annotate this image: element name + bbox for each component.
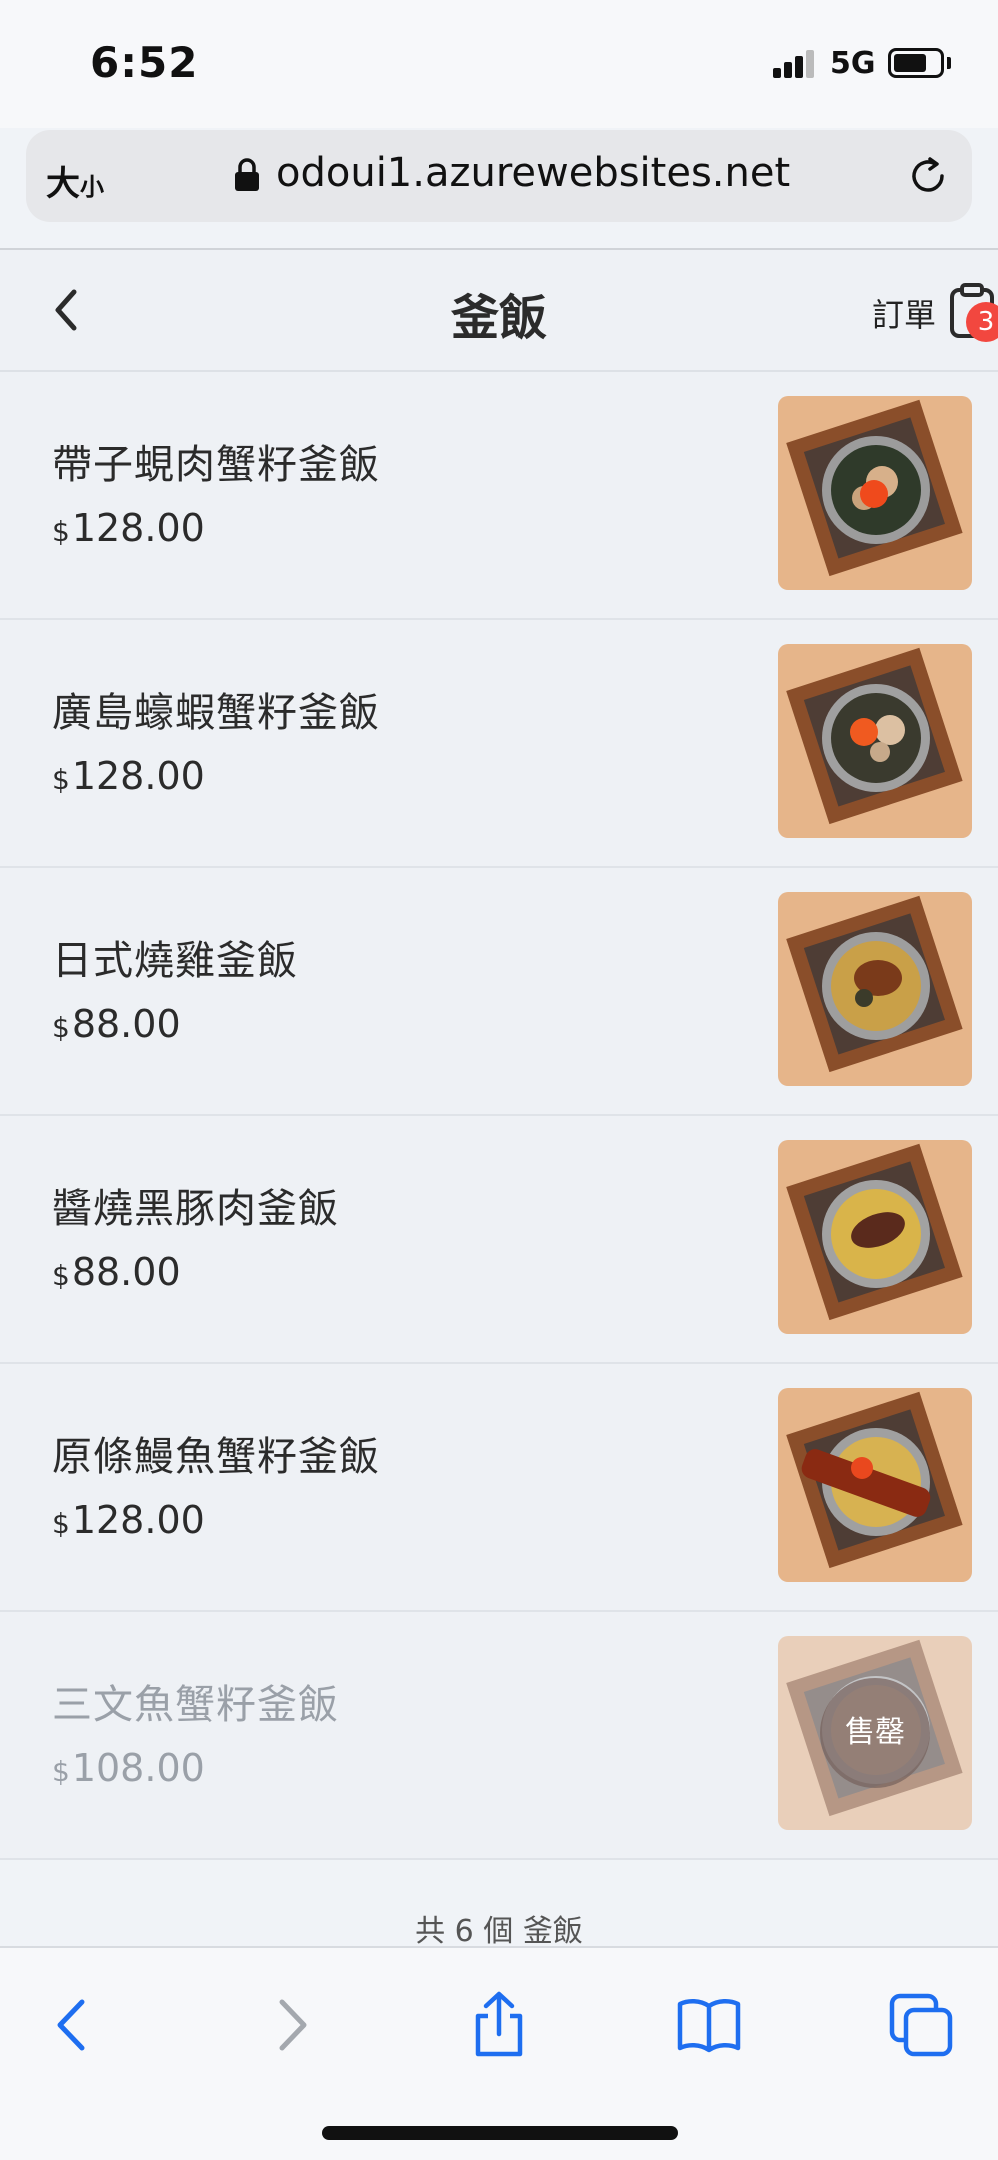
signal-icon: [773, 48, 817, 78]
orders-label[interactable]: 訂單: [872, 290, 936, 336]
share-icon[interactable]: [464, 1990, 534, 2060]
price-value: 88.00: [71, 1250, 181, 1294]
tabs-icon[interactable]: [886, 1990, 956, 2060]
orders-count-badge: 3: [966, 302, 998, 342]
item-price: $128.00: [52, 506, 205, 550]
battery-icon: [888, 48, 944, 78]
item-price: $128.00: [52, 1498, 205, 1542]
text-size-small: 小: [80, 173, 104, 201]
price-value: 128.00: [71, 754, 205, 798]
currency-symbol: $: [52, 1507, 70, 1540]
item-name: 原條鰻魚蟹籽釜飯: [52, 1434, 380, 1480]
currency-symbol: $: [52, 1755, 70, 1788]
forward-icon[interactable]: [256, 1990, 326, 2060]
reload-icon[interactable]: [906, 154, 950, 198]
menu-list: 帶子蜆肉蟹籽釜飯 $128.00 廣島蠔蝦蟹籽釜飯 $128.00 日式燒雞釜飯…: [0, 372, 998, 1860]
menu-item[interactable]: 日式燒雞釜飯 $88.00: [0, 868, 998, 1116]
price-value: 108.00: [71, 1746, 205, 1790]
item-price: $88.00: [52, 1002, 181, 1046]
status-time: 6:52: [90, 38, 199, 87]
page-header: 釜飯 訂單 3: [0, 250, 998, 372]
item-name: 三文魚蟹籽釜飯: [52, 1682, 339, 1728]
back-icon[interactable]: [38, 1990, 108, 2060]
item-name: 帶子蜆肉蟹籽釜飯: [52, 442, 380, 488]
item-price: $108.00: [52, 1746, 205, 1790]
currency-symbol: $: [52, 1011, 70, 1044]
currency-symbol: $: [52, 763, 70, 796]
menu-item[interactable]: 原條鰻魚蟹籽釜飯 $128.00: [0, 1364, 998, 1612]
food-image: [778, 396, 972, 590]
home-indicator: [322, 2126, 678, 2140]
currency-symbol: $: [52, 1259, 70, 1292]
item-price: $128.00: [52, 754, 205, 798]
food-image: [778, 644, 972, 838]
battery-cap: [947, 57, 951, 69]
food-image: [778, 1388, 972, 1582]
currency-symbol: $: [52, 515, 70, 548]
item-name: 廣島蠔蝦蟹籽釜飯: [52, 690, 380, 736]
menu-item[interactable]: 廣島蠔蝦蟹籽釜飯 $128.00: [0, 620, 998, 868]
bookmarks-icon[interactable]: [674, 1990, 744, 2060]
price-value: 128.00: [71, 506, 205, 550]
page-title: 釜飯: [450, 290, 547, 346]
item-name: 醬燒黑豚肉釜飯: [52, 1186, 339, 1232]
food-image: [778, 1140, 972, 1334]
price-value: 128.00: [71, 1498, 205, 1542]
text-size-button[interactable]: 大小: [46, 156, 104, 205]
network-label: 5G: [830, 46, 876, 81]
item-price: $88.00: [52, 1250, 181, 1294]
address-bar[interactable]: 大小 odoui1.azurewebsites.net: [26, 130, 972, 222]
price-value: 88.00: [71, 1002, 181, 1046]
item-count-text: 共 6 個 釜飯: [415, 1914, 583, 1949]
lock-icon: [235, 158, 259, 191]
menu-item[interactable]: 三文魚蟹籽釜飯 $108.00 售罄: [0, 1612, 998, 1860]
menu-item[interactable]: 醬燒黑豚肉釜飯 $88.00: [0, 1116, 998, 1364]
status-bar: 6:52 5G: [0, 0, 998, 128]
text-size-large: 大: [46, 164, 80, 204]
sold-out-badge: 售罄: [820, 1678, 930, 1788]
url-text[interactable]: odoui1.azurewebsites.net: [276, 150, 790, 196]
menu-item[interactable]: 帶子蜆肉蟹籽釜飯 $128.00: [0, 372, 998, 620]
item-name: 日式燒雞釜飯: [52, 938, 298, 984]
food-image: [778, 892, 972, 1086]
